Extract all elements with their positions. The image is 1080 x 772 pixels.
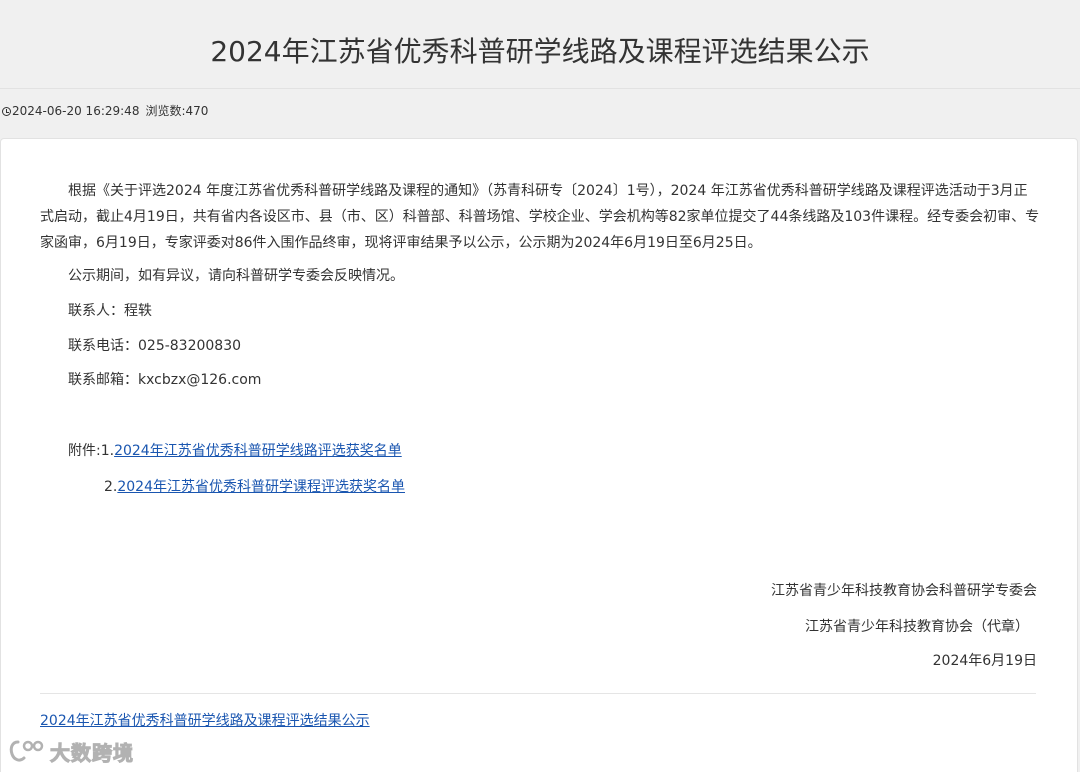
intro-paragraph: 根据《关于评选2024 年度江苏省优秀科普研学线路及课程的通知》（苏青科研专〔2… xyxy=(40,183,1040,251)
contact-phone: 联系电话：025-83200830 xyxy=(68,338,242,354)
post-datetime: 2024-06-20 16:29:48 xyxy=(12,104,140,118)
contact-person: 联系人：程轶 xyxy=(68,303,152,319)
watermark-logo-icon xyxy=(9,740,44,762)
objection-paragraph: 公示期间，如有异议，请向科普研学专委会反映情况。 xyxy=(68,268,404,284)
attachment-prefix-2: 2. xyxy=(104,479,118,495)
title-bar: 2024年江苏省优秀科普研学线路及课程评选结果公示 xyxy=(0,0,1080,89)
attachment-row-1: 附件:1.2024年江苏省优秀科普研学线路评选获奖名单 xyxy=(68,441,402,461)
page-title: 2024年江苏省优秀科普研学线路及课程评选结果公示 xyxy=(210,35,870,68)
contact-email: 联系邮箱：kxcbzx@126.com xyxy=(68,372,262,388)
clock-icon xyxy=(2,106,11,116)
page: 2024年江苏省优秀科普研学线路及课程评选结果公示 2024-06-20 16:… xyxy=(0,0,1080,772)
attachment-prefix-1: 附件:1. xyxy=(68,443,115,459)
signature-committee: 江苏省青少年科技教育协会科普研学专委会 xyxy=(771,583,1037,599)
attachment-row-2: 2.2024年江苏省优秀科普研学课程评选获奖名单 xyxy=(104,477,405,497)
watermark-text: 大数跨境 xyxy=(50,740,134,765)
view-count: 浏览数:470 xyxy=(145,104,209,118)
attachment-link-courses[interactable]: 2024年江苏省优秀科普研学课程评选获奖名单 xyxy=(117,479,405,495)
attachment-link-routes[interactable]: 2024年江苏省优秀科普研学线路评选获奖名单 xyxy=(114,443,402,459)
footer-article-link[interactable]: 2024年江苏省优秀科普研学线路及课程评选结果公示 xyxy=(40,711,370,731)
signature-association: 江苏省青少年科技教育协会（代章） xyxy=(805,619,1029,635)
watermark: 大数跨境 xyxy=(8,736,134,766)
signature-date: 2024年6月19日 xyxy=(932,653,1037,669)
divider xyxy=(40,693,1036,694)
post-meta: 2024-06-20 16:29:48 浏览数:470 xyxy=(2,103,208,119)
